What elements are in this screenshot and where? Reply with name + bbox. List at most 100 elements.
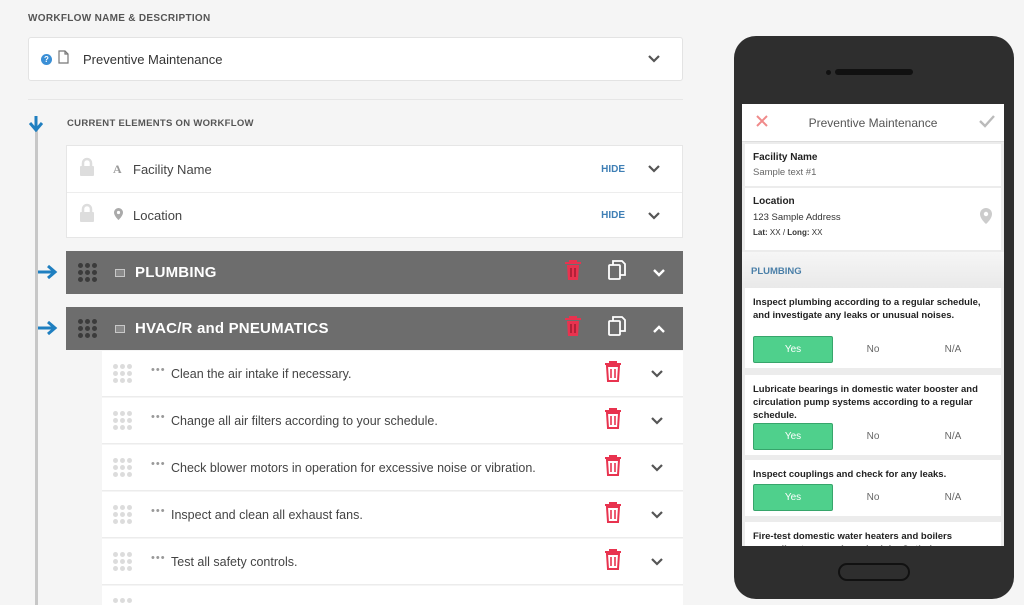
trash-icon[interactable] bbox=[604, 454, 622, 481]
group-title: HVAC/R and PNEUMATICS bbox=[135, 320, 329, 337]
group-icon bbox=[115, 268, 125, 277]
preview-location-value: 123 Sample Address bbox=[753, 212, 841, 223]
answer-options: Yes No N/A bbox=[753, 423, 993, 450]
task-row[interactable]: ••• Test all safety controls. bbox=[102, 539, 683, 585]
trash-icon[interactable] bbox=[604, 501, 622, 528]
phone-speaker bbox=[835, 69, 913, 75]
answer-na-button[interactable]: N/A bbox=[913, 423, 993, 450]
answer-na-button[interactable]: N/A bbox=[913, 336, 993, 363]
question-text: Fire-test domestic water heaters and boi… bbox=[753, 531, 953, 546]
chevron-down-icon[interactable] bbox=[649, 507, 665, 523]
task-label: Clean the air intake if necessary. bbox=[171, 366, 352, 381]
question-circle-icon[interactable]: ? bbox=[41, 53, 52, 65]
dots-icon: ••• bbox=[151, 458, 166, 470]
drag-grip-icon[interactable] bbox=[78, 263, 97, 282]
arrow-right-icon bbox=[38, 264, 58, 284]
drag-grip-icon[interactable] bbox=[113, 458, 132, 477]
dots-icon: ••• bbox=[151, 505, 166, 517]
workflow-name-card[interactable]: ? Preventive Maintenance bbox=[28, 37, 683, 81]
preview-facility-card: Facility Name Sample text #1 bbox=[745, 144, 1001, 186]
drag-grip-icon[interactable] bbox=[113, 505, 132, 524]
dots-icon: ••• bbox=[151, 364, 166, 376]
chevron-down-icon[interactable] bbox=[651, 265, 667, 281]
question-text: Inspect couplings and check for any leak… bbox=[753, 469, 947, 480]
task-row[interactable]: ••• Change all air filters according to … bbox=[102, 398, 683, 444]
field-label: Facility Name bbox=[133, 161, 212, 177]
trash-icon[interactable] bbox=[564, 315, 582, 342]
trash-icon[interactable] bbox=[604, 548, 622, 575]
copy-icon[interactable] bbox=[608, 316, 626, 341]
chevron-down-icon[interactable] bbox=[649, 413, 665, 429]
drag-grip-icon[interactable] bbox=[113, 411, 132, 430]
preview-latlong: Lat: XX / Long: XX bbox=[753, 228, 823, 237]
field-row-location[interactable]: Location HIDE bbox=[67, 192, 682, 238]
preview-title: Preventive Maintenance bbox=[808, 115, 938, 130]
workflow-name-text: Preventive Maintenance bbox=[83, 51, 223, 67]
current-elements-section-label: CURRENT ELEMENTS ON WORKFLOW bbox=[67, 118, 254, 129]
group-bar-plumbing[interactable]: PLUMBING bbox=[66, 251, 683, 294]
answer-yes-button[interactable]: Yes bbox=[753, 484, 833, 511]
chevron-down-icon[interactable] bbox=[649, 460, 665, 476]
check-icon[interactable] bbox=[978, 114, 996, 133]
preview-question-card: Lubricate bearings in domestic water boo… bbox=[745, 375, 1001, 455]
hide-button[interactable]: HIDE bbox=[601, 210, 625, 221]
chevron-down-icon[interactable] bbox=[649, 366, 665, 382]
drag-grip-icon[interactable] bbox=[113, 364, 132, 383]
text-type-icon: A bbox=[113, 161, 122, 176]
task-row[interactable]: ••• Clean the air intake if necessary. bbox=[102, 351, 683, 397]
field-row-facility-name[interactable]: A Facility Name HIDE bbox=[67, 146, 682, 192]
phone-preview: Preventive Maintenance Facility Name Sam… bbox=[734, 36, 1014, 599]
arrow-down-icon bbox=[28, 116, 44, 137]
hide-button[interactable]: HIDE bbox=[601, 164, 625, 175]
task-label: Check blower motors in operation for exc… bbox=[171, 460, 536, 475]
trash-icon[interactable] bbox=[604, 360, 622, 387]
field-label: Location bbox=[133, 208, 183, 223]
chevron-down-icon[interactable] bbox=[646, 208, 662, 224]
task-row[interactable]: ••• Check blower motors in operation for… bbox=[102, 445, 683, 491]
workflow-editor-page: WORKFLOW NAME & DESCRIPTION ? Preventive… bbox=[0, 0, 1024, 605]
group-bar-hvac[interactable]: HVAC/R and PNEUMATICS bbox=[66, 307, 683, 350]
drag-grip-icon[interactable] bbox=[113, 598, 132, 603]
copy-icon[interactable] bbox=[608, 260, 626, 285]
document-icon bbox=[58, 49, 69, 69]
group-title: PLUMBING bbox=[135, 264, 217, 281]
divider bbox=[28, 99, 683, 100]
trash-icon[interactable] bbox=[564, 259, 582, 286]
task-row[interactable] bbox=[102, 586, 683, 605]
preview-facility-label: Facility Name bbox=[753, 152, 818, 163]
preview-location-card: Location 123 Sample Address Lat: XX / Lo… bbox=[745, 188, 1001, 250]
preview-section-label: PLUMBING bbox=[751, 266, 802, 277]
chevron-up-icon[interactable] bbox=[651, 321, 667, 337]
chevron-down-icon[interactable] bbox=[646, 161, 662, 177]
arrow-right-icon bbox=[38, 320, 58, 340]
task-row[interactable]: ••• Inspect and clean all exhaust fans. bbox=[102, 492, 683, 538]
task-label: Test all safety controls. bbox=[171, 554, 298, 569]
answer-yes-button[interactable]: Yes bbox=[753, 423, 833, 450]
trash-icon[interactable] bbox=[604, 407, 622, 434]
question-text: Inspect plumbing according to a regular … bbox=[753, 297, 981, 321]
preview-question-card: Inspect couplings and check for any leak… bbox=[745, 460, 1001, 516]
group-icon bbox=[115, 324, 125, 333]
task-label: Inspect and clean all exhaust fans. bbox=[171, 507, 363, 522]
answer-options: Yes No N/A bbox=[753, 484, 993, 511]
lock-icon bbox=[79, 203, 95, 228]
chevron-down-icon[interactable] bbox=[649, 554, 665, 570]
chevron-down-icon[interactable] bbox=[646, 51, 662, 67]
preview-question-card: Inspect plumbing according to a regular … bbox=[745, 288, 1001, 368]
preview-header: Preventive Maintenance bbox=[742, 104, 1004, 142]
answer-no-button[interactable]: No bbox=[833, 336, 913, 363]
answer-no-button[interactable]: No bbox=[833, 484, 913, 511]
trash-icon[interactable] bbox=[604, 599, 622, 605]
dots-icon: ••• bbox=[151, 552, 166, 564]
answer-na-button[interactable]: N/A bbox=[913, 484, 993, 511]
close-icon[interactable] bbox=[755, 114, 769, 133]
workflow-name-section-label: WORKFLOW NAME & DESCRIPTION bbox=[28, 13, 211, 24]
answer-yes-button[interactable]: Yes bbox=[753, 336, 833, 363]
drag-grip-icon[interactable] bbox=[78, 319, 97, 338]
preview-facility-value: Sample text #1 bbox=[753, 167, 817, 178]
drag-grip-icon[interactable] bbox=[113, 552, 132, 571]
map-pin-icon bbox=[114, 207, 123, 225]
answer-no-button[interactable]: No bbox=[833, 423, 913, 450]
lock-icon bbox=[79, 157, 95, 182]
preview-question-card: Fire-test domestic water heaters and boi… bbox=[745, 522, 1001, 546]
